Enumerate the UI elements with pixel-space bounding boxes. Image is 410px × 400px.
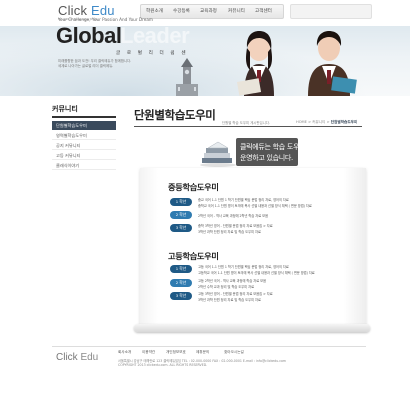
sidebar-item-classic-story[interactable]: 클래식이야기 [52, 161, 116, 170]
footer-link-privacy[interactable]: 개인정보보호 [166, 350, 186, 355]
sidebar-item-notice-community[interactable]: 공지 커뮤니티 [52, 141, 116, 150]
nav-item-about[interactable]: 학원소개 [146, 8, 163, 14]
grade-pill-high-3[interactable]: 3 학년 [170, 292, 192, 300]
footer-link-partnership[interactable]: 제휴문의 [196, 350, 209, 355]
logo-accent: Edu [90, 3, 115, 18]
sidebar-item-area-helper[interactable]: 영역별학습도우미 [52, 131, 116, 140]
books-icon [200, 141, 236, 167]
resource-link[interactable]: 2학년 국어 - 역사 교육 과정에 2학년 학습 자료 모음 [198, 213, 268, 218]
sidebar-title: 커뮤니티 [52, 105, 78, 113]
student-boy-image [308, 31, 357, 96]
grade-pill-middle-3[interactable]: 3 학년 [170, 224, 192, 232]
footer-logo[interactable]: Click Edu [56, 352, 98, 363]
resource-link[interactable]: 2학년 수학 교과 정리 및 학습 도우미 자료 [198, 284, 254, 289]
page-title: 단원별학습도우미 [134, 108, 216, 122]
title-divider [134, 126, 362, 127]
paper-scroll-roll [134, 324, 370, 332]
resource-link[interactable]: 중교 국어 1-1 단원 1 학기 단원별 핵심 문법 정리 자료, 영어의 자… [198, 197, 289, 202]
footer-logo-accent: Edu [80, 352, 99, 363]
grade-pill-high-2[interactable]: 2 학년 [170, 279, 192, 287]
logo[interactable]: Click Edu [58, 3, 115, 18]
nav-item-support[interactable]: 고객센터 [255, 8, 272, 14]
sidebar-item-unit-helper[interactable]: 단원별학습도우미 [52, 121, 116, 130]
logo-main: Click [58, 3, 88, 18]
grade-pill-high-1[interactable]: 1 학년 [170, 265, 192, 273]
breadcrumb-separator: > [308, 120, 312, 124]
resource-link[interactable]: 고등 국어 1-1 단원 1 학기 단원별 핵심 문법 정리 자료, 영어의 자… [198, 264, 289, 269]
breadcrumb-separator: > [326, 120, 330, 124]
sidebar-title-divider [52, 116, 116, 118]
footer-link-company[interactable]: 회사소개 [118, 350, 131, 355]
student-girl-image [236, 31, 274, 96]
section-title-middle-school: 중등학습도우미 [168, 182, 219, 192]
footer-link-terms[interactable]: 이용약관 [142, 350, 155, 355]
resource-link[interactable]: 3학년 과학 단원 정리 자료 및 학습 도우미 자료 [198, 297, 261, 302]
nav-item-community[interactable]: 커뮤니티 [228, 8, 245, 14]
footer-logo-main: Click [56, 352, 78, 363]
footer-copyright: COPYRIGHT 2013 clickedu.com. ALL RIGHTS … [118, 363, 208, 367]
resource-link[interactable]: 고등학교 국어 1-1 단원 명이 토의에 복사 선별 내용과 선별 방식 채택… [198, 270, 315, 275]
grade-pill-middle-1[interactable]: 1 학년 [170, 198, 192, 206]
breadcrumb-current: 단원별학습도우미 [330, 120, 358, 124]
section-title-high-school: 고등학습도우미 [168, 251, 219, 261]
page-title-description: 단원별 학습 도우미 게시판입니다. [222, 121, 270, 125]
footer-divider [52, 346, 366, 347]
main-nav: 학원소개 수강등록 교육과정 커뮤니티 고객센터 [140, 4, 284, 19]
banner-slogan: Your Challenge, Your Passion And Your Dr… [58, 17, 153, 22]
resource-link[interactable]: 중학교 국어 1-1 단원 명이 토의에 복사 선별 내용과 선별 방식 채택 … [198, 203, 312, 208]
nav-item-register[interactable]: 수강등록 [173, 8, 190, 14]
breadcrumb-home[interactable]: HOME [296, 120, 307, 124]
resource-link[interactable]: 고등 2학년 국어 - 역사 교육 과정에 학습 자료 모음 [198, 278, 266, 283]
breadcrumb: HOME > 커뮤니티 > 단원별학습도우미 [296, 120, 357, 125]
resource-link[interactable]: 중학 3학년 영어 - 단원별 문법 정리 자료 모음집 > 자료 [198, 223, 273, 228]
clock-tower-icon [176, 58, 198, 96]
banner-title: Global [56, 23, 122, 48]
intro-text-line-1: 클릭에듀는 학습 도우미를 [240, 143, 312, 151]
sidebar-item-high-community[interactable]: 고등 커뮤니티 [52, 151, 116, 160]
banner-subtitle: 글 로 벌 리 더 쉽 센 [116, 51, 189, 56]
banner-title-ghost: Leader [120, 23, 190, 48]
intro-text-line-2: 운영하고 있습니다. [240, 154, 293, 162]
breadcrumb-community[interactable]: 커뮤니티 [312, 120, 325, 124]
footer-link-directions[interactable]: 찾아오시는길 [224, 350, 244, 355]
nav-right-panel [290, 4, 372, 19]
resource-link[interactable]: 고등 3학년 영어 - 단원별 문법 정리 자료 모음집 > 자료 [198, 291, 273, 296]
banner-description-line-2: 세계로 나아가는 글로벌 리더 클릭에듀. [58, 64, 114, 68]
grade-pill-middle-2[interactable]: 2 학년 [170, 211, 192, 219]
nav-item-courses[interactable]: 교육과정 [200, 8, 217, 14]
resource-link[interactable]: 3학년 과학 단원 정리 자료 및 학습 도우미 자료 [198, 229, 261, 234]
